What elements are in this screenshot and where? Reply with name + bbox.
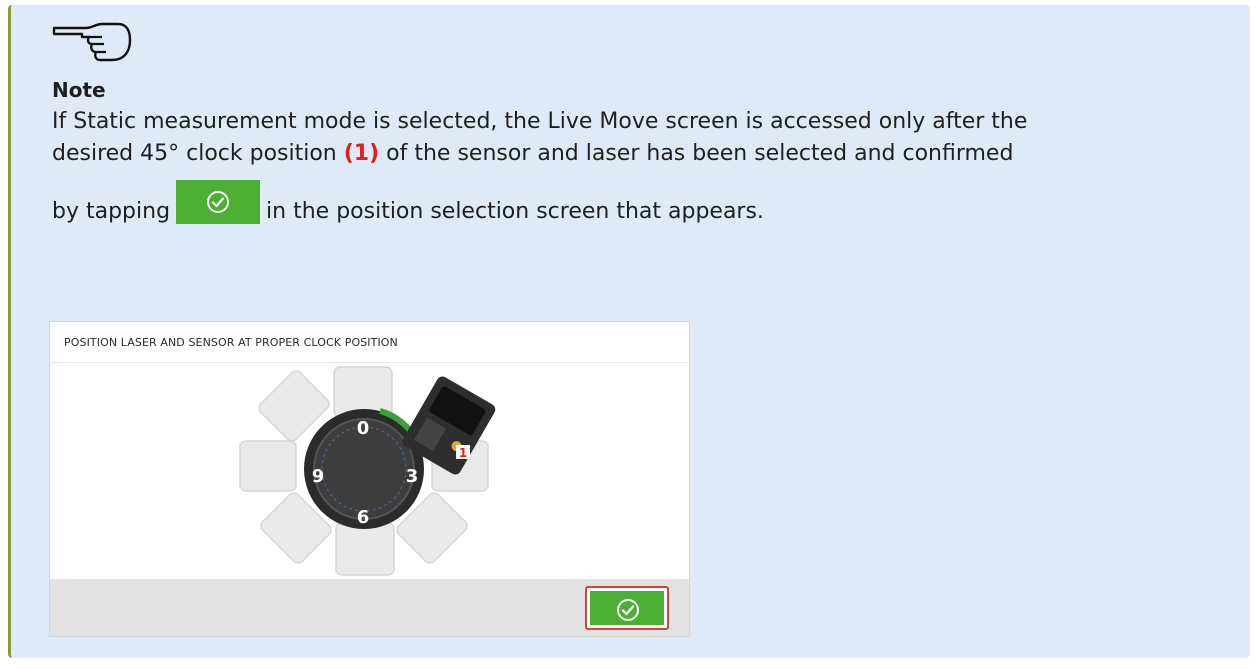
- note-line-3-start: by tapping: [52, 199, 171, 224]
- clock-label-0: 0: [357, 418, 370, 439]
- screen-footer: [50, 579, 689, 636]
- confirm-button[interactable]: [585, 586, 669, 630]
- reference-label: (1): [343, 141, 380, 166]
- screen-title: POSITION LASER AND SENSOR AT PROPER CLOC…: [64, 336, 398, 349]
- check-circle-icon: [207, 191, 230, 213]
- clock-label-3: 3: [406, 466, 419, 487]
- clock-position-figure: 0 3 6 9 1: [239, 366, 496, 576]
- note-text: If Static measurement mode is selected, …: [52, 106, 1222, 228]
- check-circle-icon: [617, 599, 639, 621]
- clock-label-9: 9: [312, 466, 325, 487]
- position-selection-screen: POSITION LASER AND SENSOR AT PROPER CLOC…: [49, 321, 690, 637]
- note-title: Note: [52, 78, 106, 102]
- note-line-2-start: desired 45° clock position: [52, 141, 344, 166]
- confirm-button-fill: [590, 591, 664, 625]
- inline-confirm-button: [176, 180, 261, 224]
- note-line-2: desired 45° clock position (1) of the se…: [52, 138, 1222, 170]
- note-line-3-end: in the position selection screen that ap…: [266, 199, 764, 224]
- note-line-3: by tapping in the position selection scre…: [52, 180, 1222, 228]
- note-line-1: If Static measurement mode is selected, …: [52, 109, 1028, 134]
- note-line-2-end: of the sensor and laser has been selecte…: [379, 141, 1014, 166]
- callout-label: 1: [459, 446, 467, 460]
- clock-label-6: 6: [357, 507, 370, 528]
- pointing-hand-icon: [52, 22, 132, 62]
